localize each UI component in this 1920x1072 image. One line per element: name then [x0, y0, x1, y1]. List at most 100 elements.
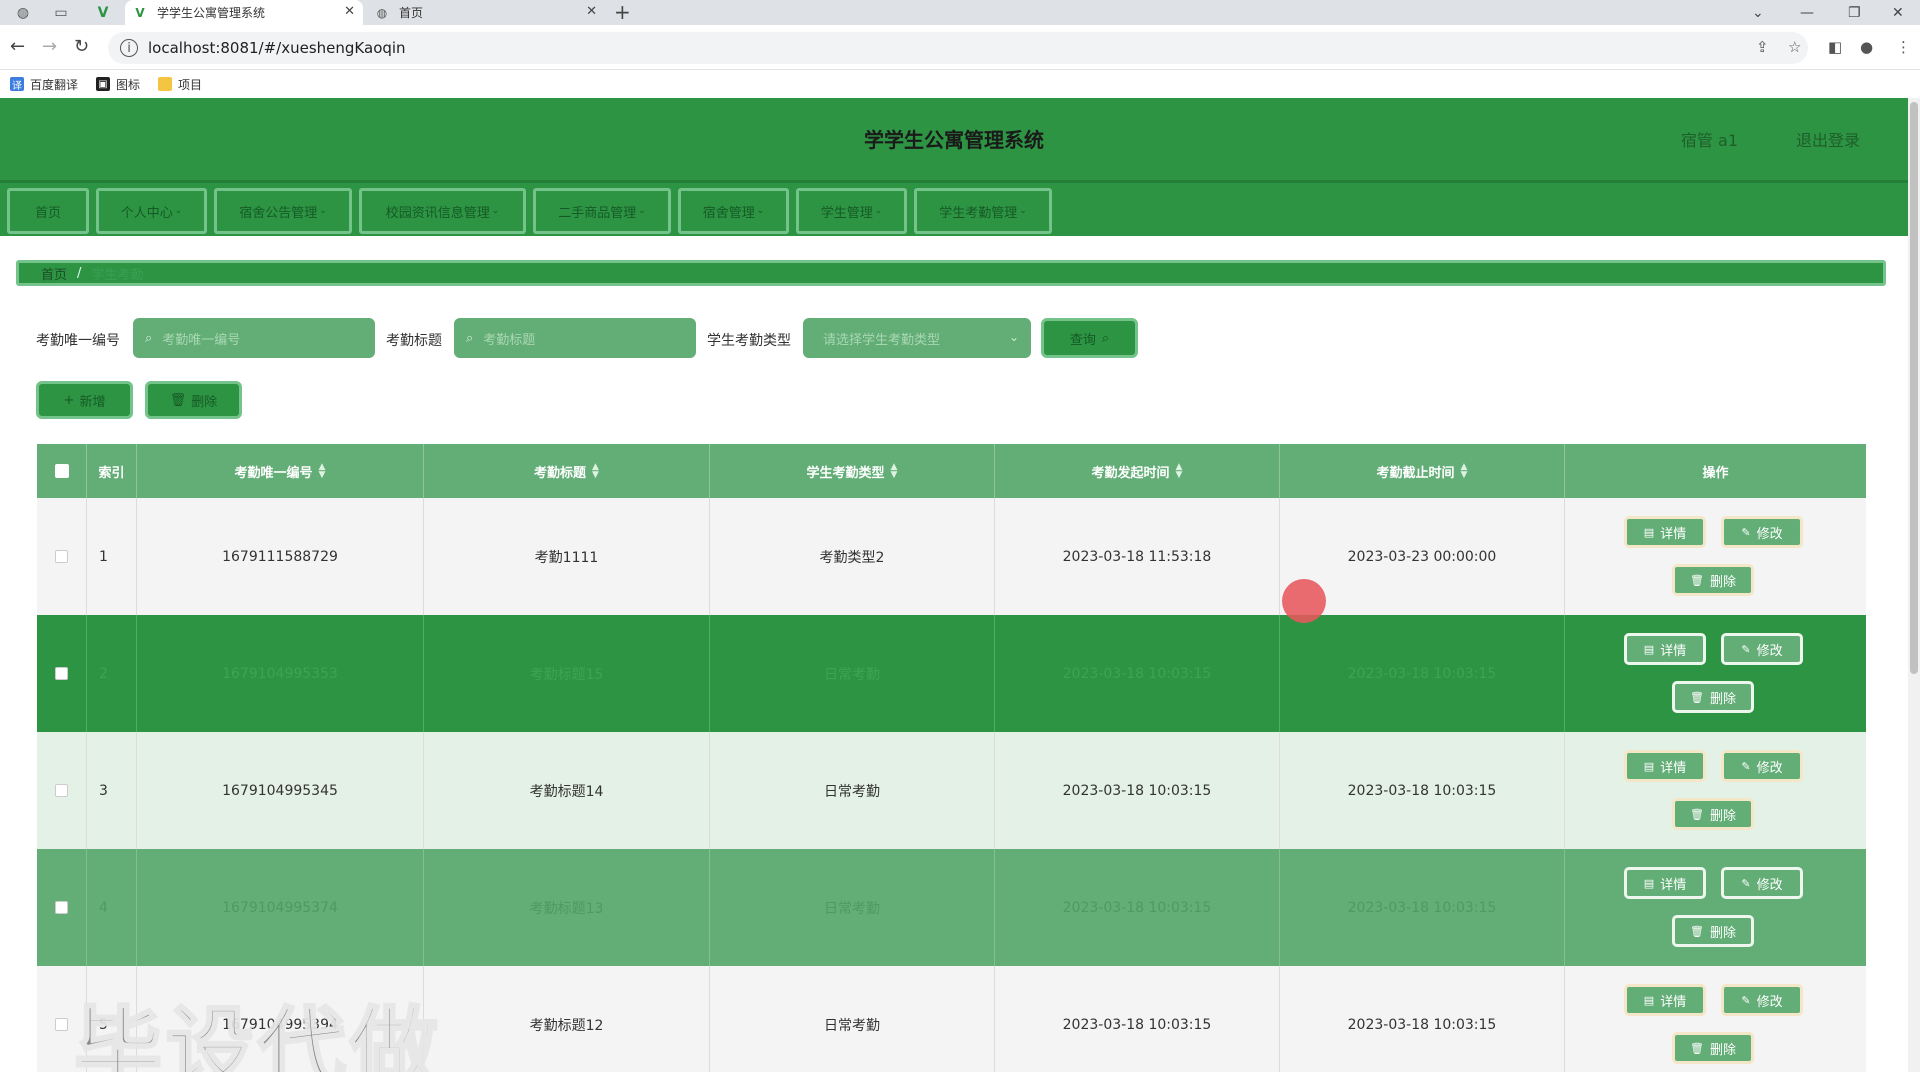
tab-search-icon[interactable]: ⌄: [1752, 0, 1764, 25]
edit-button[interactable]: ✎ 修改: [1721, 867, 1803, 899]
chevron-down-icon: ⌄: [874, 206, 883, 216]
nav-home[interactable]: 首页: [7, 188, 89, 234]
row-actions: ▤ 详情 ✎ 修改 🗑 删除: [1565, 732, 1866, 849]
tab-title: 学学生公寓管理系统: [157, 6, 266, 20]
cell-code: 1679104995374: [137, 849, 424, 966]
site-info-icon[interactable]: i: [120, 39, 138, 57]
browser-tab-active[interactable]: V 学学生公寓管理系统 ✕: [125, 0, 363, 25]
detail-button[interactable]: ▤ 详情: [1624, 633, 1706, 665]
code-search-input[interactable]: ⌕ 考勤唯一编号: [133, 318, 375, 358]
browser-tab-strip: ◍ ▭ V V 学学生公寓管理系统 ✕ ◍ 首页 ✕ + ⌄ — ❐ ✕: [0, 0, 1920, 25]
edit-button[interactable]: ✎ 修改: [1721, 633, 1803, 665]
col-end-time[interactable]: 考勤截止时间 ▲ ▼: [1280, 444, 1565, 498]
row-checkbox[interactable]: [55, 784, 68, 797]
batch-delete-button[interactable]: 🗑 删除: [145, 381, 242, 419]
minimize-icon[interactable]: —: [1800, 0, 1814, 25]
vue-logo-icon[interactable]: V: [92, 3, 114, 23]
edit-button[interactable]: ✎ 修改: [1721, 516, 1803, 548]
bookmark-item[interactable]: 项目: [158, 76, 202, 93]
delete-button[interactable]: 🗑 删除: [1672, 564, 1754, 596]
top-nav: 首页 个人中心 ⌄ 宿舍公告管理 ⌄ 校园资讯信息管理 ⌄ 二手商品管理 ⌄ 宿舍管理 ⌄…: [0, 180, 1908, 236]
title-search-input[interactable]: ⌕ 考勤标题: [454, 318, 696, 358]
sort-icon[interactable]: ▲ ▼: [1461, 463, 1468, 480]
detail-button[interactable]: ▤ 详情: [1624, 984, 1706, 1016]
edit-button[interactable]: ✎ 修改: [1721, 984, 1803, 1016]
bookmark-item[interactable]: 译 百度翻译: [10, 76, 78, 93]
close-tab-icon[interactable]: ✕: [586, 4, 597, 19]
sort-icon[interactable]: ▲ ▼: [1176, 463, 1183, 480]
delete-button[interactable]: 🗑 删除: [1672, 1032, 1754, 1064]
profile-icon[interactable]: ●: [1860, 38, 1873, 56]
blank-tab-icon[interactable]: ▭: [50, 3, 72, 23]
chevron-down-icon: ⌄: [1019, 206, 1027, 216]
nav-campus-news-management[interactable]: 校园资讯信息管理 ⌄: [359, 188, 526, 234]
logout-link[interactable]: 退出登录: [1796, 127, 1860, 151]
delete-button[interactable]: 🗑 删除: [1672, 915, 1754, 947]
delete-button[interactable]: 🗑 删除: [1672, 681, 1754, 713]
close-window-icon[interactable]: ✕: [1892, 0, 1904, 25]
back-icon[interactable]: ←: [10, 36, 25, 57]
col-actions: 操作: [1702, 465, 1729, 481]
cell-type: 日常考勤: [710, 966, 995, 1072]
add-button[interactable]: + 新增: [36, 381, 133, 419]
cell-start: 2023-03-18 10:03:15: [995, 849, 1280, 966]
url-bar[interactable]: i localhost:8081/#/xueshengKaoqin: [108, 32, 1808, 64]
cell-start: 2023-03-18 11:53:18: [995, 498, 1280, 615]
delete-button[interactable]: 🗑 删除: [1672, 798, 1754, 830]
sort-icon[interactable]: ▲ ▼: [891, 463, 898, 480]
share-icon[interactable]: ⇪: [1756, 38, 1769, 56]
chevron-down-icon: ⌄: [491, 206, 500, 216]
folder-icon: [158, 77, 173, 91]
nav-student-management[interactable]: 学生管理 ⌄: [796, 188, 907, 234]
breadcrumb-home[interactable]: 首页: [41, 264, 67, 283]
page-scrollbar[interactable]: [1908, 98, 1920, 1072]
click-indicator: [1282, 579, 1326, 623]
row-checkbox[interactable]: [55, 667, 68, 680]
nav-dorm-management[interactable]: 宿舍管理 ⌄: [678, 188, 789, 234]
col-code[interactable]: 考勤唯一编号 ▲ ▼: [137, 444, 424, 498]
close-tab-icon[interactable]: ✕: [344, 4, 355, 19]
new-tab-button[interactable]: +: [614, 0, 631, 25]
nav-secondhand-management[interactable]: 二手商品管理 ⌄: [533, 188, 671, 234]
restore-icon[interactable]: ❐: [1848, 0, 1861, 25]
detail-icon: ▤: [1643, 759, 1655, 773]
app-viewport: 学学生公寓管理系统 宿管 a1 退出登录 首页 个人中心 ⌄ 宿舍公告管理 ⌄ 校园…: [0, 98, 1908, 1072]
edit-icon: ✎: [1741, 759, 1751, 773]
table-row: 4 1679104995374 考勤标题13 日常考勤 2023-03-18 10:03…: [37, 849, 1866, 966]
breadcrumb-separator: /: [77, 265, 82, 281]
nav-attendance-management[interactable]: 学生考勤管理 ⌄: [914, 188, 1052, 234]
watermark-text: 毕设代做: [72, 996, 443, 1072]
bookmark-item[interactable]: ▣ 图标: [96, 76, 140, 93]
cell-title: 考勤标题12: [424, 966, 710, 1072]
row-actions: ▤ 详情 ✎ 修改 🗑 删除: [1565, 615, 1866, 732]
col-title[interactable]: 考勤标题 ▲ ▼: [424, 444, 710, 498]
col-start-time[interactable]: 考勤发起时间 ▲ ▼: [995, 444, 1280, 498]
detail-button[interactable]: ▤ 详情: [1624, 750, 1706, 782]
forward-icon[interactable]: →: [42, 36, 57, 57]
query-button[interactable]: 查询 ⌕: [1041, 318, 1138, 358]
edit-button[interactable]: ✎ 修改: [1721, 750, 1803, 782]
type-select[interactable]: 请选择学生考勤类型 ⌄: [803, 318, 1031, 358]
globe-icon: ◍: [376, 5, 388, 20]
nav-notice-management[interactable]: 宿舍公告管理 ⌄: [214, 188, 352, 234]
scrollbar-thumb[interactable]: [1910, 102, 1918, 674]
row-checkbox[interactable]: [55, 1018, 68, 1031]
row-checkbox[interactable]: [55, 550, 68, 563]
row-checkbox[interactable]: [55, 901, 68, 914]
row-actions: ▤ 详情 ✎ 修改 🗑 删除: [1565, 498, 1866, 615]
nav-personal-center[interactable]: 个人中心 ⌄: [96, 188, 207, 234]
detail-button[interactable]: ▤ 详情: [1624, 867, 1706, 899]
browser-tab[interactable]: ◍ 首页 ✕: [367, 0, 605, 25]
chevron-down-icon: ⌄: [1008, 330, 1019, 344]
reload-icon[interactable]: ↻: [74, 36, 89, 57]
globe-icon[interactable]: ◍: [12, 3, 34, 23]
select-all-checkbox[interactable]: [54, 464, 69, 478]
sort-icon[interactable]: ▲ ▼: [592, 463, 599, 480]
star-icon[interactable]: ☆: [1788, 38, 1801, 56]
row-select-cell: [37, 732, 87, 849]
menu-dots-icon[interactable]: ⋮: [1896, 38, 1911, 56]
sort-icon[interactable]: ▲ ▼: [319, 463, 326, 480]
detail-button[interactable]: ▤ 详情: [1624, 516, 1706, 548]
side-panel-icon[interactable]: ◧: [1828, 38, 1842, 56]
col-type[interactable]: 学生考勤类型 ▲ ▼: [710, 444, 995, 498]
